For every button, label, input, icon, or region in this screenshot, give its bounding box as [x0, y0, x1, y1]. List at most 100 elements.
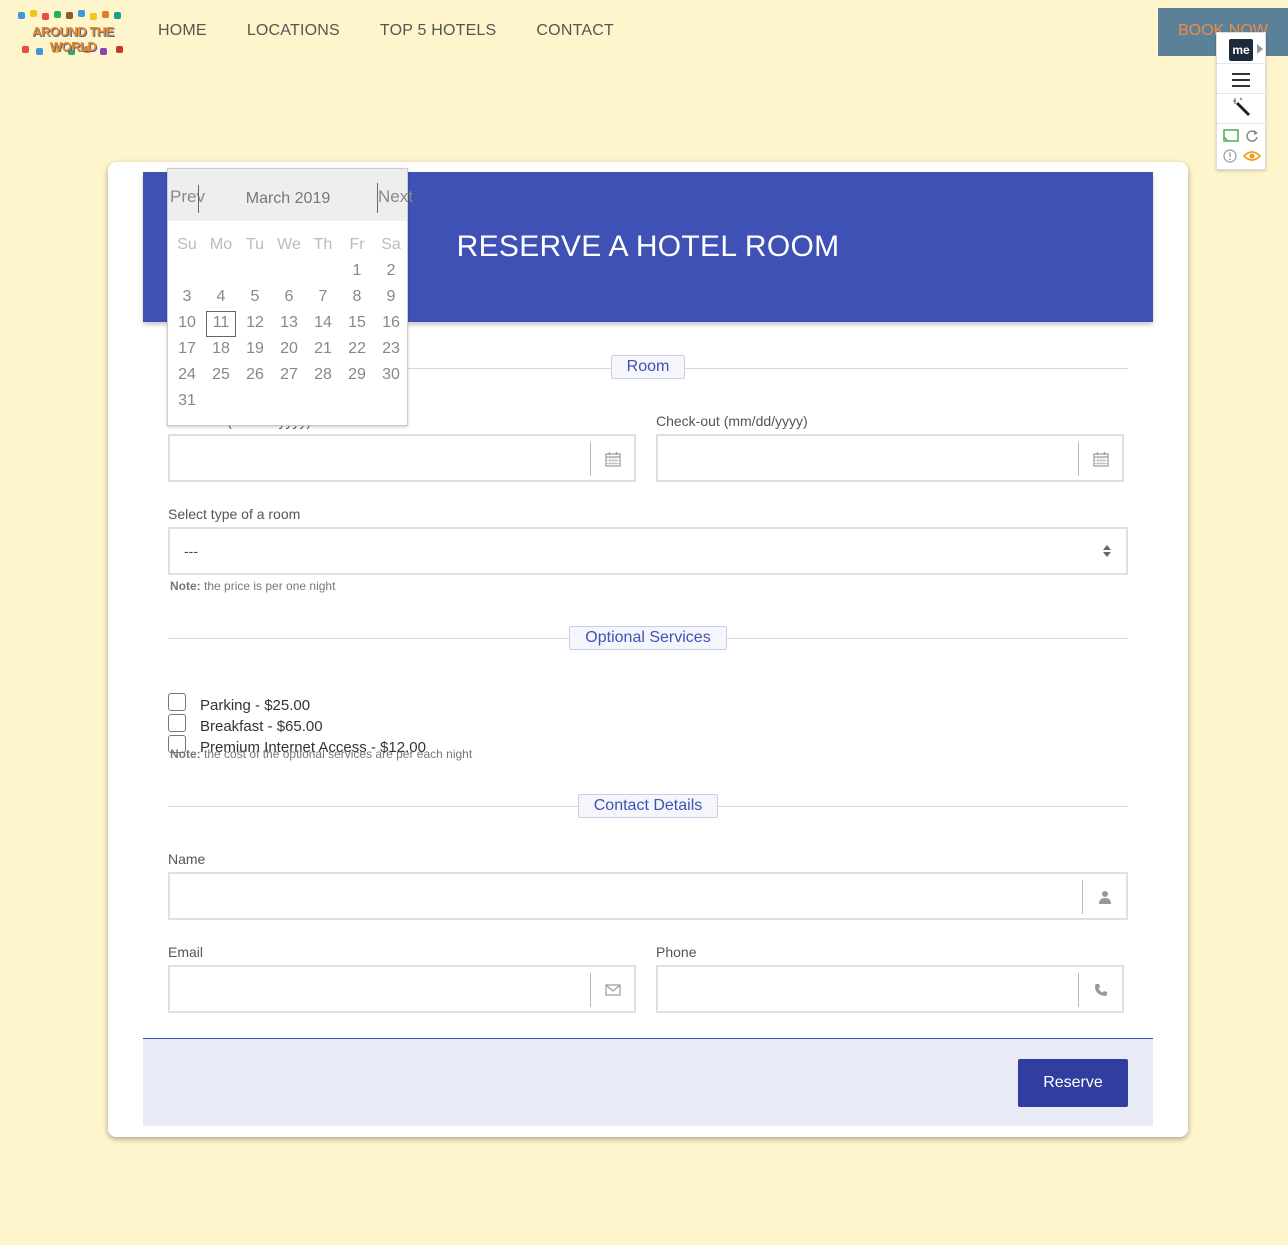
- checkout-calendar-addon[interactable]: [1078, 442, 1122, 476]
- datepicker-day[interactable]: 4: [204, 285, 238, 311]
- services-section-legend: Optional Services: [569, 626, 727, 650]
- datepicker-week-row: 3456789: [170, 285, 408, 311]
- datepicker-day[interactable]: 5: [238, 285, 272, 311]
- weekday-label: Tu: [245, 236, 265, 253]
- room-type-select[interactable]: ---: [168, 527, 1128, 575]
- datepicker-day[interactable]: 31: [170, 389, 204, 415]
- datepicker-day[interactable]: 12: [238, 311, 272, 337]
- datepicker-day[interactable]: 22: [340, 337, 374, 363]
- name-input[interactable]: [168, 872, 1128, 920]
- cast-icon[interactable]: [1223, 129, 1239, 143]
- datepicker-week-row: 24 25 26 27 28 29 30: [170, 363, 408, 389]
- datepicker-popup: Prev March 2019 Next Su Mo Tu We Th Fr Sa 1234…: [167, 168, 413, 426]
- datepicker-empty-cell: [204, 259, 238, 285]
- datepicker-next-button[interactable]: Next: [378, 187, 413, 207]
- datepicker-day[interactable]: 14: [306, 311, 340, 337]
- envelope-icon: [604, 984, 621, 996]
- magic-wand-icon[interactable]: [1231, 97, 1251, 117]
- datepicker-empty-cell: [272, 259, 306, 285]
- menu-icon[interactable]: [1232, 73, 1250, 91]
- refresh-icon[interactable]: [1245, 129, 1259, 143]
- nav-top-hotels[interactable]: TOP 5 HOTELS: [380, 22, 497, 40]
- datepicker-empty-cell: [238, 389, 272, 415]
- datepicker-day[interactable]: 15: [340, 311, 374, 337]
- eye-icon[interactable]: [1243, 150, 1261, 162]
- phone-icon: [1094, 984, 1107, 996]
- name-addon: [1082, 880, 1126, 914]
- weekday-label: Sa: [381, 236, 401, 253]
- datepicker-day[interactable]: 25: [204, 363, 238, 389]
- datepicker-day[interactable]: 28: [306, 363, 340, 389]
- datepicker-day[interactable]: 20: [272, 337, 306, 363]
- datepicker-empty-cell: [306, 389, 340, 415]
- logo-text: AROUND THE WORLD: [32, 24, 114, 54]
- datepicker-day[interactable]: 7: [306, 285, 340, 311]
- email-addon: [590, 973, 634, 1007]
- nav-locations[interactable]: LOCATIONS: [247, 22, 340, 40]
- datepicker-day[interactable]: 16: [374, 311, 408, 337]
- datepicker-day[interactable]: 8: [340, 285, 374, 311]
- datepicker-day[interactable]: 2: [374, 259, 408, 285]
- datepicker-empty-cell: [238, 259, 272, 285]
- datepicker-header: Prev March 2019 Next: [168, 169, 413, 221]
- datepicker-day[interactable]: 27: [272, 363, 306, 389]
- datepicker-day[interactable]: 6: [272, 285, 306, 311]
- phone-addon: [1078, 973, 1122, 1007]
- nav-home[interactable]: HOME: [158, 22, 207, 40]
- phone-label: Phone: [656, 944, 697, 960]
- datepicker-day[interactable]: 29: [340, 363, 374, 389]
- contact-section-legend: Contact Details: [578, 794, 718, 818]
- warning-icon[interactable]: [1223, 149, 1237, 163]
- datepicker-empty-cell: [170, 259, 204, 285]
- calendar-icon: [1092, 452, 1109, 467]
- datepicker-day[interactable]: 10: [170, 311, 204, 337]
- reserve-button[interactable]: Reserve: [1018, 1059, 1128, 1107]
- email-input[interactable]: [168, 965, 636, 1013]
- room-section-legend: Room: [611, 355, 685, 379]
- datepicker-empty-cell: [374, 389, 408, 415]
- datepicker-day[interactable]: 3: [170, 285, 204, 311]
- checkin-calendar-addon[interactable]: [590, 442, 634, 476]
- parking-checkbox[interactable]: [168, 692, 186, 711]
- datepicker-day[interactable]: 9: [374, 285, 408, 311]
- datepicker-week-row: 17 18 19 20 21 22 23: [170, 337, 408, 363]
- datepicker-day[interactable]: 13: [272, 311, 306, 337]
- datepicker-day[interactable]: 1: [340, 259, 374, 285]
- checkin-input[interactable]: [168, 434, 636, 482]
- datepicker-empty-cell: [306, 259, 340, 285]
- checkout-label: Check-out (mm/dd/yyyy): [656, 413, 808, 429]
- form-footer: Reserve: [143, 1038, 1153, 1126]
- datepicker-empty-cell: [340, 389, 374, 415]
- room-type-label: Select type of a room: [168, 506, 301, 522]
- datepicker-grid: Su Mo Tu We Th Fr Sa 1 2 3 4 5 6 7 8 9 10 11 12 13 14 15 16 17…: [170, 233, 408, 415]
- weekday-label: Fr: [349, 236, 365, 253]
- nav-contact[interactable]: CONTACT: [536, 22, 614, 40]
- datepicker-day[interactable]: 19: [238, 337, 272, 363]
- extension-toolbar: me: [1216, 32, 1267, 170]
- breakfast-checkbox[interactable]: [168, 713, 186, 732]
- weekday-label: Mo: [209, 236, 233, 253]
- datepicker-day[interactable]: 18: [204, 337, 238, 363]
- datepicker-day[interactable]: 21: [306, 337, 340, 363]
- user-icon: [1098, 891, 1111, 904]
- datepicker-day[interactable]: 17: [170, 337, 204, 363]
- weekday-label: Su: [177, 236, 197, 253]
- expand-arrow-icon[interactable]: [1257, 44, 1263, 54]
- calendar-icon: [604, 452, 621, 467]
- datepicker-day[interactable]: 23: [374, 337, 408, 363]
- room-price-note: Note: the price is per one night: [170, 579, 336, 593]
- datepicker-day[interactable]: 11: [206, 311, 236, 337]
- logo[interactable]: AROUND THE WORLD: [8, 10, 138, 60]
- checkout-input[interactable]: [656, 434, 1124, 482]
- room-type-value: ---: [184, 543, 198, 559]
- extension-me-button[interactable]: me: [1229, 39, 1253, 61]
- weekday-label: We: [277, 236, 301, 253]
- email-label: Email: [168, 944, 204, 960]
- phone-input[interactable]: [656, 965, 1124, 1013]
- datepicker-day[interactable]: 24: [170, 363, 204, 389]
- datepicker-week-row: 31: [170, 389, 408, 415]
- datepicker-day[interactable]: 26: [238, 363, 272, 389]
- datepicker-day[interactable]: 30: [374, 363, 408, 389]
- datepicker-empty-cell: [272, 389, 306, 415]
- main-nav: HOME LOCATIONS TOP 5 HOTELS CONTACT: [158, 22, 614, 40]
